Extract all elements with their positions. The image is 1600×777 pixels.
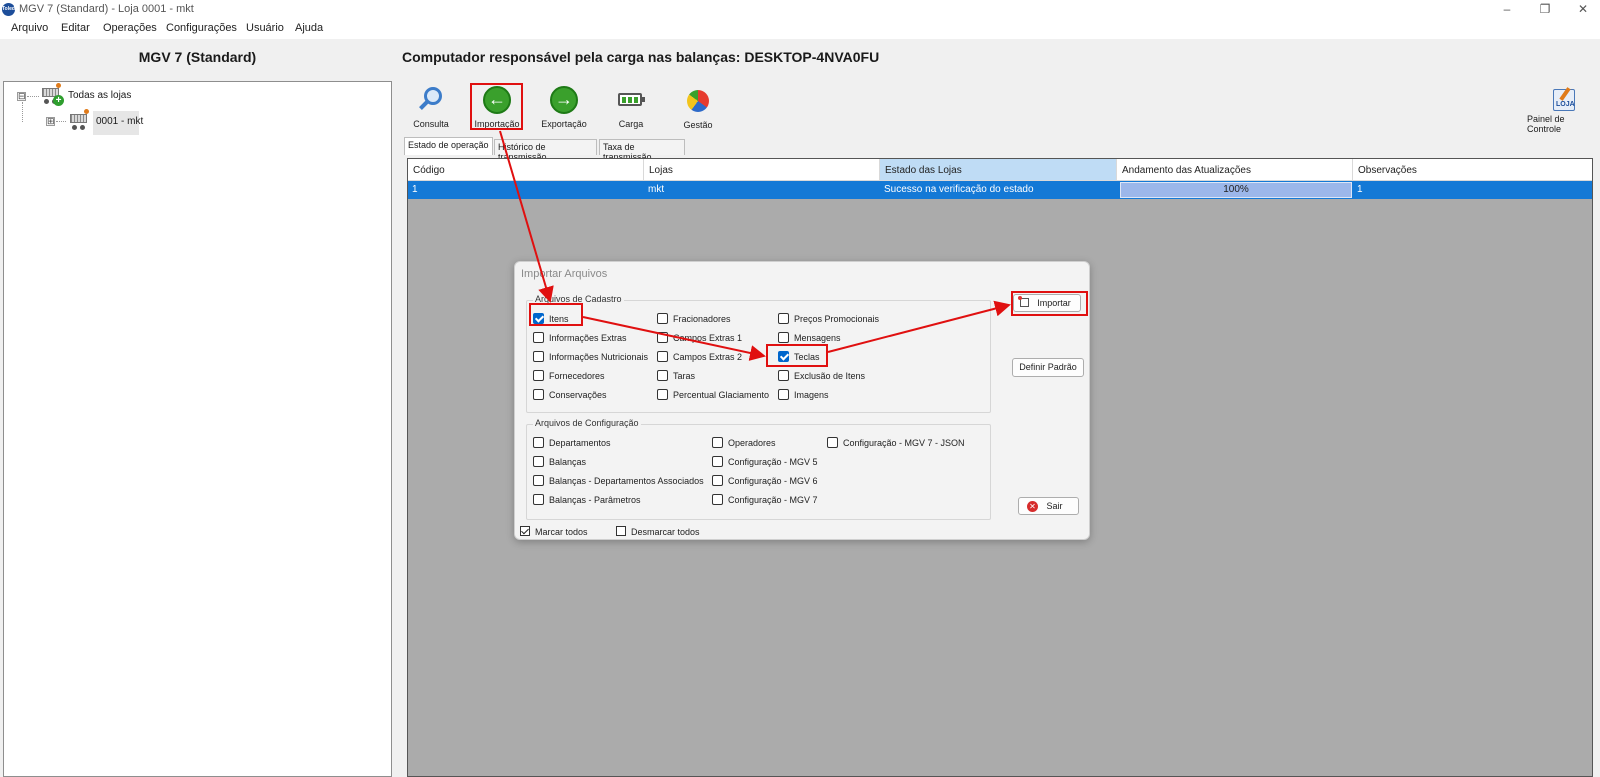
arrow-importacao-to-itens: [499, 130, 554, 303]
annotation-arrows: [499, 130, 1011, 361]
arrow-itens-to-teclas: [582, 316, 766, 361]
arrow-teclas-to-importar: [827, 300, 1011, 353]
